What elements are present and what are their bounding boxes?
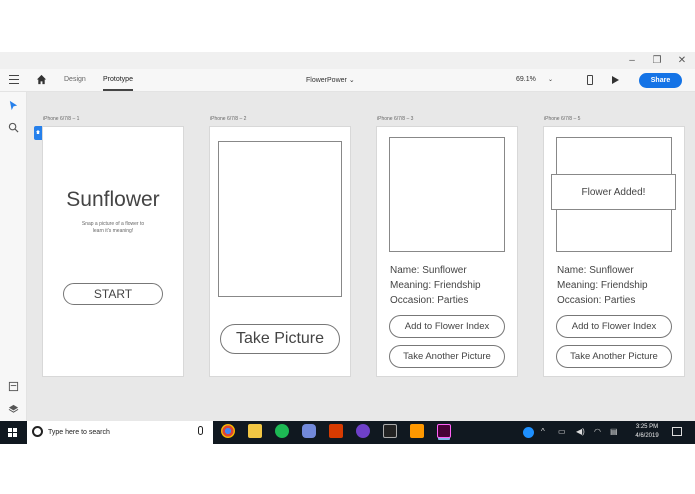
keyboard-icon[interactable]: ▤	[610, 427, 618, 436]
artboard-label[interactable]: iPhone 6/7/8 – 1	[43, 116, 79, 122]
top-margin	[0, 0, 695, 52]
artboard-label[interactable]: iPhone 6/7/8 – 3	[377, 116, 413, 122]
show-hidden-icons-chevron-icon[interactable]: ^	[541, 427, 545, 436]
microphone-icon[interactable]	[198, 426, 203, 435]
tab-prototype[interactable]: Prototype	[103, 76, 133, 83]
windows-start-icon[interactable]	[8, 428, 17, 437]
take-another-picture-button[interactable]: Take Another Picture	[389, 345, 505, 368]
minimize-button[interactable]: –	[620, 52, 644, 69]
clock-time: 3:25 PM	[635, 424, 659, 430]
adobe-xd-icon[interactable]	[437, 424, 451, 438]
search-input[interactable]: Type here to search	[48, 429, 110, 436]
file-explorer-icon[interactable]	[248, 424, 262, 438]
zoom-level[interactable]: 69.1%	[516, 76, 536, 83]
taskbar-clock[interactable]: 3:25 PM 4/6/2019	[628, 423, 666, 441]
flower-meaning: Meaning: Friendship	[557, 280, 648, 291]
artboard-1[interactable]	[42, 126, 184, 377]
app-subtitle: Snap a picture of a flower to learn it's…	[42, 221, 184, 235]
layers-icon[interactable]	[8, 403, 19, 414]
flower-occasion: Occasion: Parties	[557, 295, 636, 306]
start-button[interactable]: START	[63, 283, 163, 305]
flower-photo-frame	[389, 137, 505, 252]
help-tray-icon[interactable]	[523, 427, 534, 438]
take-another-picture-button[interactable]: Take Another Picture	[556, 345, 672, 368]
tab-design[interactable]: Design	[64, 76, 86, 83]
camera-preview-frame	[218, 141, 342, 297]
bottom-margin	[0, 444, 695, 494]
hamburger-menu-icon[interactable]	[9, 75, 19, 84]
chrome-icon[interactable]	[221, 424, 235, 438]
zoom-icon[interactable]	[8, 122, 19, 133]
discord-icon[interactable]	[302, 424, 316, 438]
flower-added-toast: Flower Added!	[551, 174, 676, 210]
add-to-flower-index-button[interactable]: Add to Flower Index	[389, 315, 505, 338]
chevron-down-icon: ⌄	[348, 77, 355, 84]
wifi-icon[interactable]: ◠	[594, 427, 601, 436]
flower-occasion: Occasion: Parties	[390, 295, 469, 306]
close-button[interactable]: ✕	[670, 52, 694, 69]
share-button[interactable]: Share	[639, 73, 682, 88]
window-titlebar	[0, 52, 695, 69]
select-arrow-icon[interactable]	[8, 100, 19, 111]
office-icon[interactable]	[329, 424, 343, 438]
flower-name: Name: Sunflower	[390, 265, 467, 276]
sublime-icon[interactable]	[410, 424, 424, 438]
action-center-icon[interactable]	[672, 427, 682, 436]
home-icon[interactable]	[36, 74, 47, 85]
device-preview-icon[interactable]	[587, 75, 593, 85]
active-tab-indicator	[103, 89, 133, 91]
terminal-icon[interactable]	[383, 424, 397, 438]
document-title: FlowerPower	[306, 77, 347, 84]
subtitle-line: Snap a picture of a flower to	[81, 221, 145, 227]
flower-info: Name: Sunflower Meaning: Friendship Occa…	[557, 263, 648, 308]
clock-date: 4/6/2019	[635, 433, 659, 439]
document-title-dropdown[interactable]: FlowerPower ⌄	[306, 76, 355, 84]
artboard-label[interactable]: iPhone 6/7/8 – 5	[544, 116, 580, 122]
flower-name: Name: Sunflower	[557, 265, 634, 276]
cortana-icon[interactable]	[32, 426, 43, 437]
assets-icon[interactable]	[8, 381, 19, 392]
zoom-chevron-down-icon[interactable]: ⌄	[548, 76, 553, 83]
flower-info: Name: Sunflower Meaning: Friendship Occa…	[390, 263, 481, 308]
app-title: Sunflower	[66, 188, 160, 211]
spotify-icon[interactable]	[275, 424, 289, 438]
subtitle-line: learn it's meaning!	[92, 228, 134, 234]
github-icon[interactable]	[356, 424, 370, 438]
artboard-label[interactable]: iPhone 6/7/8 – 2	[210, 116, 246, 122]
left-toolbar	[0, 92, 27, 421]
add-to-flower-index-button[interactable]: Add to Flower Index	[556, 315, 672, 338]
maximize-button[interactable]: ❐	[645, 52, 669, 69]
play-preview-icon[interactable]	[612, 76, 619, 84]
take-picture-button[interactable]: Take Picture	[220, 324, 340, 354]
flow-start-home-icon[interactable]	[34, 126, 42, 140]
battery-icon[interactable]: ▭	[558, 427, 566, 436]
volume-icon[interactable]: ◀)	[576, 427, 585, 436]
flower-meaning: Meaning: Friendship	[390, 280, 481, 291]
